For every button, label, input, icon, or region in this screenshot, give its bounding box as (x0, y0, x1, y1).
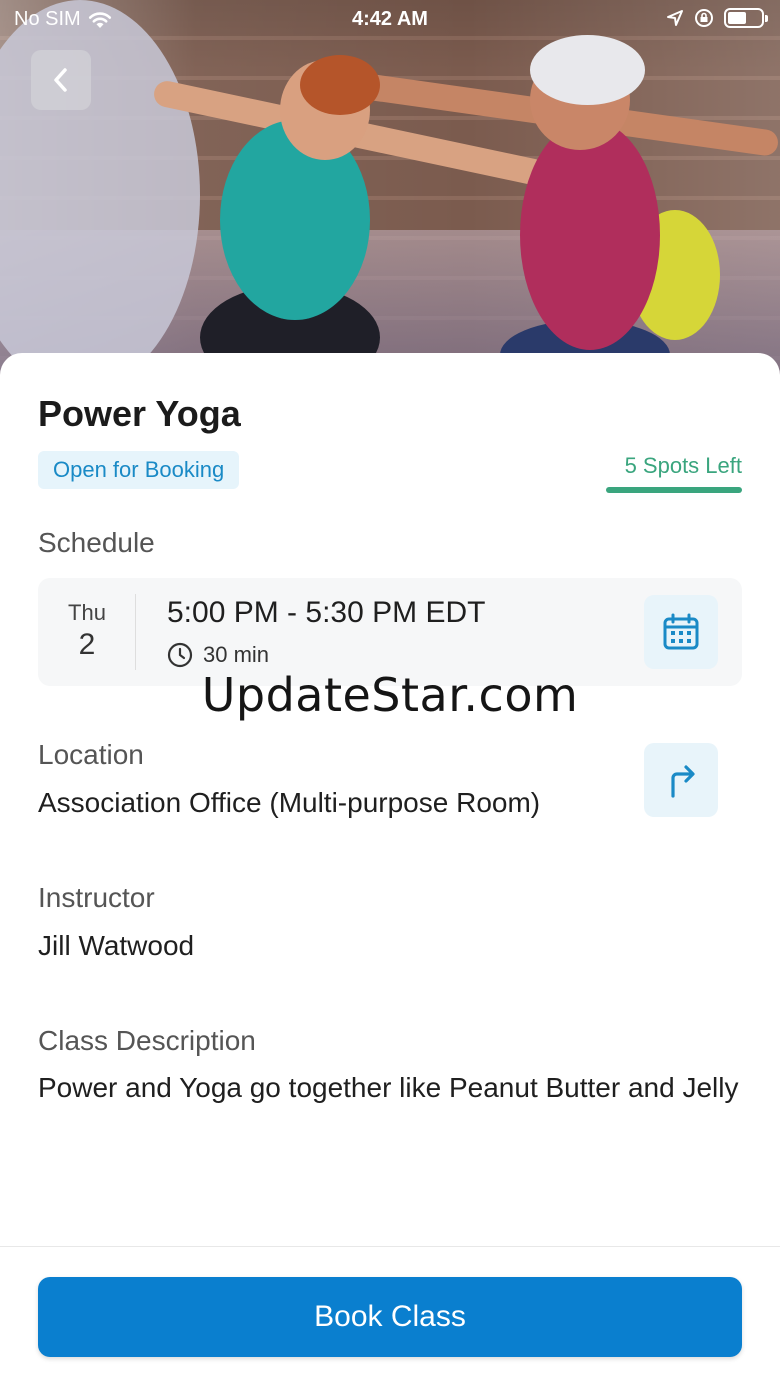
schedule-time-range: 5:00 PM - 5:30 PM EDT (167, 596, 486, 629)
description-label: Class Description (38, 1025, 256, 1056)
location-label: Location (38, 739, 144, 770)
schedule-duration: 30 min (167, 642, 269, 668)
location-value: Association Office (Multi-purpose Room) (38, 787, 541, 818)
schedule-day: Thu (68, 600, 106, 625)
clock-icon (167, 642, 193, 668)
footer-divider (0, 1246, 780, 1247)
duration-label: 30 min (203, 642, 270, 667)
book-class-button[interactable]: Book Class (38, 1277, 742, 1357)
directions-arrow-icon (671, 765, 695, 798)
status-icons (666, 8, 768, 28)
status-time: 4:42 AM (352, 8, 428, 30)
schedule-date: 2 (78, 628, 96, 661)
instructor-value: Jill Watwood (38, 930, 195, 961)
calendar-icon (663, 613, 699, 650)
watermark-text: UpdateStar.com (201, 668, 579, 722)
schedule-label: Schedule (38, 527, 155, 558)
spots-left-label: 5 Spots Left (624, 453, 742, 478)
location-arrow-icon (667, 10, 683, 26)
description-value: Power and Yoga go together like Peanut B… (38, 1072, 739, 1103)
chevron-left-icon (54, 68, 67, 92)
class-details-sheet: Power Yoga Open for Booking 5 Spots Left… (0, 353, 780, 1387)
rotation-lock-icon (695, 9, 713, 27)
hero-image (0, 0, 780, 390)
add-to-calendar-button[interactable] (644, 595, 718, 669)
status-bar: No SIM 4:42 AM (0, 0, 780, 40)
class-title: Power Yoga (38, 393, 241, 434)
battery-icon (724, 8, 768, 28)
directions-button[interactable] (644, 743, 718, 817)
back-button[interactable] (31, 50, 91, 110)
schedule-divider (135, 594, 136, 670)
booking-status-badge: Open for Booking (38, 451, 240, 489)
spots-left-bar (606, 487, 742, 493)
instructor-label: Instructor (38, 882, 155, 913)
spots-left-indicator: 5 Spots Left (606, 453, 742, 493)
